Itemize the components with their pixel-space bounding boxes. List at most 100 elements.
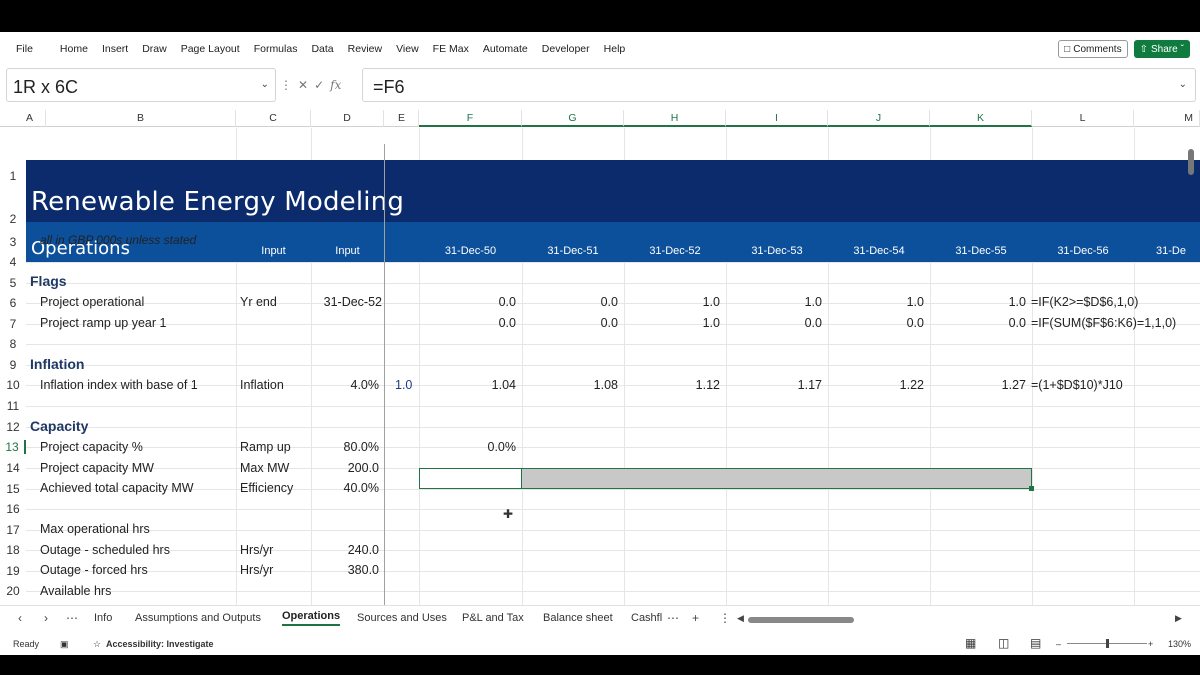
cell-label[interactable]: Project capacity MW	[40, 461, 154, 475]
cell-input[interactable]: 31-Dec-52	[311, 295, 382, 309]
cell-value[interactable]: 1.0	[624, 295, 720, 309]
zoom-out-icon[interactable]: –	[1056, 639, 1061, 649]
section-flags[interactable]: Flags	[30, 273, 67, 289]
units-note[interactable]: all in GBP 000s unless stated	[40, 233, 196, 247]
header-date[interactable]: 31-Dec-56	[1032, 245, 1134, 257]
row-header[interactable]: 12	[0, 420, 26, 434]
more-tabs-icon[interactable]: ⋯	[66, 611, 78, 625]
header-input-d[interactable]: Input	[311, 245, 384, 257]
row-header[interactable]: 15	[0, 482, 26, 496]
cell-label[interactable]: Achieved total capacity MW	[40, 481, 194, 495]
header-date[interactable]: 31-Dec-52	[624, 245, 726, 257]
cell-value[interactable]: 1.0	[624, 316, 720, 330]
tab-sources-and-uses[interactable]: Sources and Uses	[357, 612, 447, 624]
row-header[interactable]: 11	[0, 399, 26, 413]
cell-unit[interactable]: Max MW	[240, 461, 289, 475]
horizontal-scrollbar[interactable]	[748, 617, 854, 623]
header-input-c[interactable]: Input	[236, 245, 311, 257]
row-header[interactable]: 7	[0, 317, 26, 331]
cell-unit[interactable]: Ramp up	[240, 440, 291, 454]
menu-formulas[interactable]: Formulas	[247, 43, 305, 55]
cell-value[interactable]: 0.0	[419, 316, 516, 330]
cell-formula-note[interactable]: =IF(K2>=$D$6,1,0)	[1031, 295, 1138, 309]
row-header[interactable]: 14	[0, 461, 26, 475]
tab-assumptions-and-outputs[interactable]: Assumptions and Outputs	[135, 612, 261, 624]
col-header-c[interactable]: C	[236, 110, 311, 127]
cell-value[interactable]: 1.17	[726, 378, 822, 392]
menu-page-layout[interactable]: Page Layout	[174, 43, 247, 55]
cell-label[interactable]: Project ramp up year 1	[40, 316, 166, 330]
header-date[interactable]: 31-Dec-55	[930, 245, 1032, 257]
cell-label[interactable]: Project operational	[40, 295, 144, 309]
menu-review[interactable]: Review	[341, 43, 389, 55]
chevron-left-icon[interactable]: ‹	[18, 611, 22, 625]
header-date[interactable]: 31-Dec-53	[726, 245, 828, 257]
cell-unit[interactable]: Hrs/yr	[240, 563, 273, 577]
cell-value[interactable]: 0.0	[419, 295, 516, 309]
menu-file[interactable]: File	[0, 43, 53, 55]
tab-balance-sheet[interactable]: Balance sheet	[543, 612, 613, 624]
tab-info[interactable]: Info	[94, 612, 112, 624]
menu-data[interactable]: Data	[304, 43, 340, 55]
cell-input[interactable]: 380.0	[311, 563, 379, 577]
col-header-j[interactable]: J	[828, 110, 930, 127]
col-header-h[interactable]: H	[624, 110, 726, 127]
menu-draw[interactable]: Draw	[135, 43, 174, 55]
add-sheet-icon[interactable]: +	[692, 611, 699, 625]
section-capacity[interactable]: Capacity	[30, 418, 88, 434]
enter-icon[interactable]: ✓	[314, 78, 324, 92]
vertical-scrollbar[interactable]	[1188, 149, 1194, 175]
cell-input[interactable]: 40.0%	[311, 481, 379, 495]
cell-input[interactable]: 240.0	[311, 543, 379, 557]
row-header[interactable]: 5	[0, 276, 26, 290]
col-header-d[interactable]: D	[311, 110, 384, 127]
chevron-down-icon[interactable]: ⌄	[1179, 79, 1187, 90]
macro-icon[interactable]: ▣	[60, 639, 69, 650]
col-header-e[interactable]: E	[385, 110, 419, 127]
cell-value[interactable]: 0.0	[522, 316, 618, 330]
cell-value[interactable]: 0.0%	[419, 440, 517, 454]
cell-value[interactable]: 0.0	[828, 316, 924, 330]
header-date[interactable]: 31-Dec-51	[522, 245, 624, 257]
cell-value[interactable]: 1.0	[726, 295, 822, 309]
row-header[interactable]: 17	[0, 523, 26, 537]
row-header[interactable]: 18	[0, 543, 26, 557]
tab-operations[interactable]: Operations	[282, 610, 341, 626]
menu-home[interactable]: Home	[53, 43, 95, 55]
scroll-left-icon[interactable]: ◀	[737, 613, 744, 624]
menu-help[interactable]: Help	[597, 43, 633, 55]
page-break-view-icon[interactable]: ▤	[1030, 636, 1041, 650]
cell-formula-note[interactable]: =(1+$D$10)*J10	[1031, 378, 1123, 392]
cancel-icon[interactable]: ✕	[298, 78, 308, 92]
section-inflation[interactable]: Inflation	[30, 356, 84, 372]
cell-value[interactable]: 1.0	[828, 295, 924, 309]
row-header[interactable]: 9	[0, 358, 26, 372]
comments-button[interactable]: □ Comments	[1058, 40, 1128, 58]
cell-input[interactable]: 200.0	[311, 461, 379, 475]
menu-fe-max[interactable]: FE Max	[426, 43, 476, 55]
menu-view[interactable]: View	[389, 43, 426, 55]
col-header-l[interactable]: L	[1032, 110, 1134, 127]
zoom-level[interactable]: 130%	[1168, 639, 1191, 649]
page-layout-view-icon[interactable]: ◫	[998, 636, 1009, 650]
cell-label[interactable]: Outage - forced hrs	[40, 563, 148, 577]
row-header[interactable]: 13	[0, 440, 26, 454]
accessibility-status[interactable]: Accessibility: Investigate	[106, 639, 214, 649]
row-header[interactable]: 1	[0, 169, 26, 183]
menu-automate[interactable]: Automate	[476, 43, 535, 55]
chevron-down-icon[interactable]: ⌄	[261, 79, 269, 90]
cell-unit[interactable]: Yr end	[240, 295, 277, 309]
more-icon[interactable]: ⋮	[280, 78, 292, 92]
normal-view-icon[interactable]: ▦	[965, 636, 976, 650]
tab-pl-and-tax[interactable]: P&L and Tax	[462, 612, 524, 624]
cell-value[interactable]: 0.0	[930, 316, 1026, 330]
tab-cashflow[interactable]: Cashfl	[631, 612, 662, 624]
accessibility-icon[interactable]: ☆	[93, 639, 101, 650]
row-header[interactable]: 10	[0, 378, 26, 392]
header-date[interactable]: 31-Dec-50	[419, 245, 522, 257]
fx-icon[interactable]: fx	[330, 78, 341, 92]
scroll-right-icon[interactable]: ▶	[1175, 613, 1182, 624]
cell-value[interactable]: 1.08	[522, 378, 618, 392]
row-header[interactable]: 8	[0, 337, 26, 351]
row-header[interactable]: 20	[0, 584, 26, 598]
